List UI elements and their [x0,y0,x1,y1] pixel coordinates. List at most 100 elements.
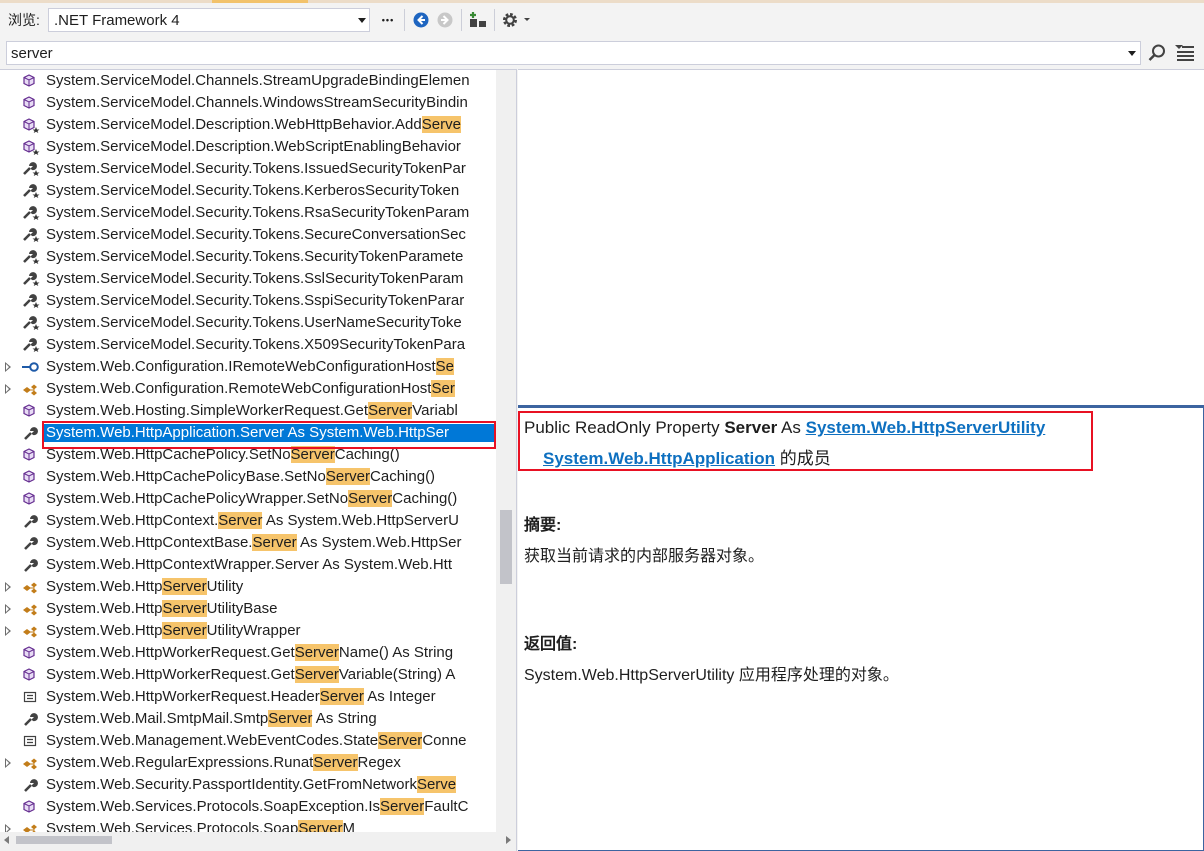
scroll-thumb[interactable] [16,836,112,844]
tree-row[interactable]: System.Web.Security.PassportIdentity.Get… [0,774,496,796]
tree-row[interactable]: System.Web.HttpWorkerRequest.GetServerVa… [0,664,496,686]
search-match-highlight: Server [319,688,364,705]
tree-row[interactable]: System.Web.HttpServerUtility [0,576,496,598]
tree-horizontal-scrollbar[interactable] [0,832,516,851]
expand-arrow-icon[interactable] [5,604,11,614]
tree-row-label: System.ServiceModel.Description.WebHttpB… [46,116,461,133]
tree-row-label: System.Web.HttpCachePolicyWrapper.SetNoS… [46,490,458,507]
tree-row[interactable]: System.ServiceModel.Security.Tokens.RsaS… [0,202,496,224]
method-icon [22,447,40,463]
method-icon [22,645,40,661]
protected-property-icon [22,227,40,243]
tree-row[interactable]: System.ServiceModel.Channels.WindowsStre… [0,92,496,114]
tree-row[interactable]: System.Web.Hosting.SimpleWorkerRequest.G… [0,400,496,422]
summary-text: 获取当前请求的内部服务器对象。 [524,548,765,565]
tree-row[interactable]: System.Web.Services.Protocols.SoapExcept… [0,796,496,818]
search-match-highlight: Server [162,578,207,595]
tree-row[interactable]: System.ServiceModel.Description.WebScrip… [0,136,496,158]
scroll-right-icon[interactable] [506,836,511,844]
tree-row[interactable]: System.Web.HttpContext.Server As System.… [0,510,496,532]
tree-row[interactable]: System.Web.HttpServerUtilityWrapper [0,620,496,642]
tree-row[interactable]: System.Web.HttpCachePolicyWrapper.SetNoS… [0,488,496,510]
tree-row[interactable]: System.Web.Configuration.RemoteWebConfig… [0,378,496,400]
expand-arrow-icon[interactable] [5,626,11,636]
return-type-link[interactable]: System.Web.HttpServerUtility [806,418,1046,437]
search-match-highlight: Server [313,754,358,771]
tree-row-label: System.Web.Security.PassportIdentity.Get… [46,776,457,793]
tree-row[interactable]: System.Web.HttpCachePolicy.SetNoServerCa… [0,444,496,466]
tree-row-label: System.ServiceModel.Security.Tokens.Kerb… [46,182,460,199]
tree-row[interactable]: System.Web.Mail.SmtpMail.SmtpServer As S… [0,708,496,730]
search-match-highlight: Serve [416,776,457,793]
field-icon [22,733,40,749]
protected-property-icon [22,205,40,221]
search-match-highlight: Serve [421,116,461,133]
search-box[interactable] [6,41,1141,65]
tree-row[interactable]: System.ServiceModel.Security.Tokens.User… [0,312,496,334]
search-icon[interactable] [1147,43,1167,63]
scroll-left-icon[interactable] [4,836,9,844]
tree-row[interactable]: System.Web.RegularExpressions.RunatServe… [0,752,496,774]
tree-row[interactable]: System.Web.HttpCachePolicyBase.SetNoServ… [0,466,496,488]
tree-row-label: System.Web.HttpWorkerRequest.GetServerNa… [46,644,454,661]
tree-row[interactable]: System.Web.HttpContextWrapper.Server As … [0,554,496,576]
method-icon [22,799,40,815]
protected-method-icon [22,117,40,133]
tree-row-label: System.ServiceModel.Security.Tokens.Secu… [46,226,466,243]
search-match-highlight: Server [218,512,263,529]
tree-row-label: System.ServiceModel.Security.Tokens.X509… [46,336,466,353]
tree-row[interactable]: System.Web.HttpServerUtilityBase [0,598,496,620]
search-input[interactable] [7,42,1124,64]
tree-row[interactable]: System.ServiceModel.Security.Tokens.Secu… [0,246,496,268]
add-reference-icon [470,12,486,27]
tree-row[interactable]: System.ServiceModel.Description.WebHttpB… [0,114,496,136]
tree-row-label: System.Web.HttpCachePolicyBase.SetNoServ… [46,468,436,485]
tree-row[interactable]: System.Web.HttpContextBase.Server As Sys… [0,532,496,554]
settings-button[interactable] [499,8,535,32]
protected-property-icon [22,271,40,287]
search-match-highlight: Server [252,534,297,551]
framework-select[interactable]: .NET Framework 4 [48,8,370,32]
tree-row[interactable]: System.ServiceModel.Security.Tokens.Kerb… [0,180,496,202]
scroll-thumb[interactable] [500,510,512,584]
expand-arrow-icon[interactable] [5,384,11,394]
tree-row-label: System.ServiceModel.Channels.WindowsStre… [46,94,468,111]
tree-row[interactable]: System.ServiceModel.Security.Tokens.Sspi… [0,290,496,312]
tree-row[interactable]: System.Web.Configuration.IRemoteWebConfi… [0,356,496,378]
class-icon [22,623,40,639]
forward-button[interactable] [433,8,457,32]
tree-vertical-scrollbar[interactable] [496,70,516,832]
tree-row-label: System.ServiceModel.Security.Tokens.RsaS… [46,204,470,221]
tree-row[interactable]: System.ServiceModel.Security.Tokens.Issu… [0,158,496,180]
owner-type-link[interactable]: System.Web.HttpApplication [543,449,775,468]
back-arrow-icon [413,12,429,28]
expand-arrow-icon[interactable] [5,362,11,372]
member-signature: Public ReadOnly Property Server As Syste… [524,416,1045,440]
tree-row-label: System.ServiceModel.Security.Tokens.Sspi… [46,292,465,309]
tree-row-selected[interactable]: System.Web.HttpApplication.Server As Sys… [0,422,496,444]
tree-row-label: System.ServiceModel.Security.Tokens.Issu… [46,160,466,177]
tree-row[interactable]: System.ServiceModel.Security.Tokens.Secu… [0,224,496,246]
member-owner: System.Web.HttpApplication 的成员 [543,447,831,471]
chevron-down-icon[interactable] [1124,50,1140,56]
tree-row[interactable]: System.Web.HttpWorkerRequest.HeaderServe… [0,686,496,708]
tree-row[interactable]: System.Web.Management.WebEventCodes.Stat… [0,730,496,752]
expand-arrow-icon[interactable] [5,582,11,592]
search-options-icon[interactable] [1174,43,1196,63]
back-button[interactable] [409,8,433,32]
more-options-button[interactable]: ••• [376,8,400,32]
expand-arrow-icon[interactable] [5,758,11,768]
tree-row-label: System.Web.HttpContext.Server As System.… [46,512,459,529]
search-match-highlight: Server [380,798,425,815]
browse-label: 浏览: [8,12,40,28]
tree-row[interactable]: System.Web.HttpWorkerRequest.GetServerNa… [0,642,496,664]
protected-property-icon [22,315,40,331]
tree-row[interactable]: System.ServiceModel.Security.Tokens.SslS… [0,268,496,290]
tree-row-label: System.Web.HttpWorkerRequest.HeaderServe… [46,688,436,705]
method-icon [22,469,40,485]
tree-row-label: System.ServiceModel.Security.Tokens.Secu… [46,248,464,265]
tree-row[interactable]: System.ServiceModel.Security.Tokens.X509… [0,334,496,356]
add-reference-button[interactable] [466,8,490,32]
method-icon [22,403,40,419]
tree-row[interactable]: System.ServiceModel.Channels.StreamUpgra… [0,70,496,92]
